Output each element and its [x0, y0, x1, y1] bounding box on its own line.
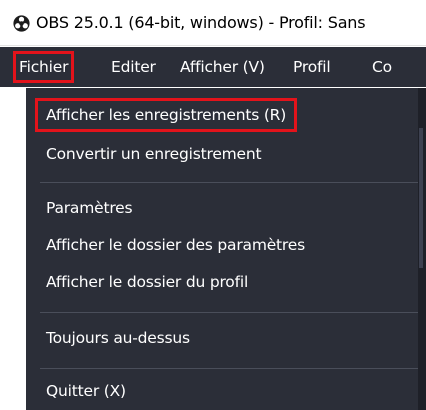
menu-item-convertir-enregistrement[interactable]: Convertir un enregistrement	[46, 140, 262, 168]
menu-separator	[40, 182, 424, 183]
menu-separator	[40, 368, 424, 369]
menu-item-quitter[interactable]: Quitter (X)	[46, 377, 126, 405]
menu-item-dossier-profil[interactable]: Afficher le dossier du profil	[46, 268, 248, 296]
obs-logo-icon	[13, 15, 30, 32]
window-title: OBS 25.0.1 (64-bit, windows) - Profil: S…	[36, 13, 366, 32]
file-dropdown-menu: Afficher les enregistrements (R) Convert…	[26, 88, 426, 410]
menu-profil[interactable]: Profil	[293, 54, 331, 80]
menu-editer[interactable]: Editer	[111, 54, 156, 80]
menu-separator	[40, 312, 424, 313]
background-window-panel	[419, 128, 423, 268]
title-bar: OBS 25.0.1 (64-bit, windows) - Profil: S…	[0, 0, 426, 46]
menu-collection[interactable]: Co	[372, 54, 392, 80]
menu-fichier[interactable]: Fichier	[12, 51, 75, 83]
menu-item-toujours-au-dessus[interactable]: Toujours au-dessus	[46, 324, 190, 352]
menu-item-parametres[interactable]: Paramètres	[46, 194, 133, 222]
menu-item-dossier-parametres[interactable]: Afficher le dossier des paramètres	[46, 231, 305, 259]
menu-item-afficher-enregistrements[interactable]: Afficher les enregistrements (R)	[34, 98, 298, 132]
menu-bar: Fichier Editer Afficher (V) Profil Co	[0, 47, 426, 87]
menu-afficher[interactable]: Afficher (V)	[180, 54, 265, 80]
obs-window: OBS 25.0.1 (64-bit, windows) - Profil: S…	[0, 0, 426, 410]
